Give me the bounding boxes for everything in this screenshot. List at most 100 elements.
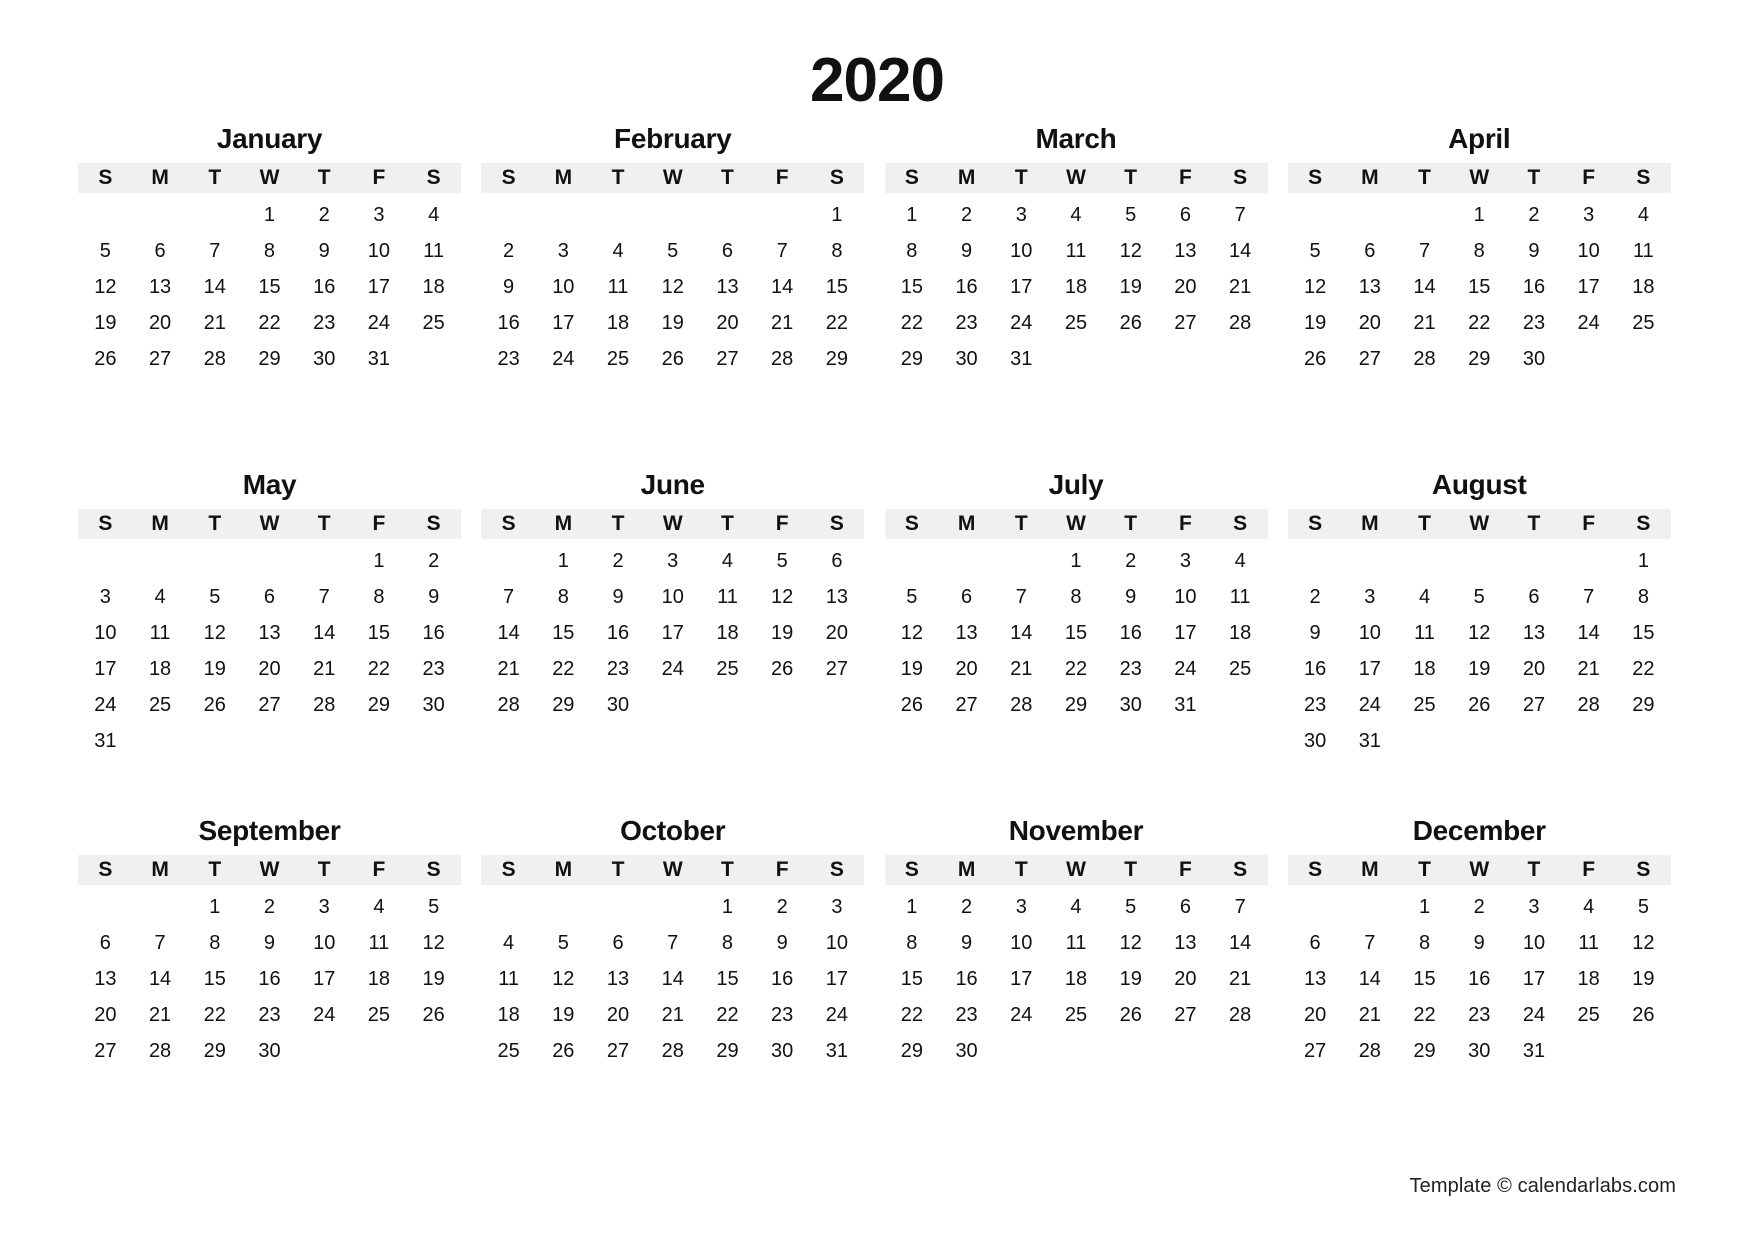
day-cell[interactable]: 7 — [755, 233, 810, 269]
day-cell[interactable]: 1 — [700, 889, 755, 925]
day-cell[interactable]: 14 — [297, 615, 352, 651]
day-cell[interactable]: 31 — [1507, 1033, 1562, 1069]
day-cell[interactable]: 22 — [885, 305, 940, 341]
day-cell[interactable]: 30 — [755, 1033, 810, 1069]
day-cell[interactable]: 31 — [1342, 723, 1397, 759]
day-cell[interactable]: 7 — [297, 579, 352, 615]
day-cell[interactable]: 1 — [885, 197, 940, 233]
day-cell[interactable]: 30 — [406, 687, 461, 723]
day-cell[interactable]: 7 — [1213, 889, 1268, 925]
day-cell[interactable]: 11 — [1049, 925, 1104, 961]
day-cell[interactable]: 3 — [1561, 197, 1616, 233]
day-cell[interactable]: 14 — [1213, 233, 1268, 269]
day-cell[interactable]: 28 — [755, 341, 810, 377]
day-cell[interactable]: 14 — [755, 269, 810, 305]
day-cell[interactable]: 4 — [591, 233, 646, 269]
day-cell[interactable]: 16 — [1452, 961, 1507, 997]
day-cell[interactable]: 26 — [1103, 305, 1158, 341]
day-cell[interactable]: 9 — [591, 579, 646, 615]
day-cell[interactable]: 24 — [1507, 997, 1562, 1033]
day-cell[interactable]: 20 — [810, 615, 865, 651]
day-cell[interactable]: 22 — [1397, 997, 1452, 1033]
day-cell[interactable]: 25 — [1561, 997, 1616, 1033]
day-cell[interactable]: 27 — [1507, 687, 1562, 723]
day-cell[interactable]: 11 — [481, 961, 536, 997]
day-cell[interactable]: 18 — [700, 615, 755, 651]
day-cell[interactable]: 9 — [297, 233, 352, 269]
day-cell[interactable]: 6 — [133, 233, 188, 269]
day-cell[interactable]: 30 — [939, 1033, 994, 1069]
day-cell[interactable]: 17 — [810, 961, 865, 997]
day-cell[interactable]: 14 — [187, 269, 242, 305]
day-cell[interactable]: 22 — [1049, 651, 1104, 687]
day-cell[interactable]: 7 — [187, 233, 242, 269]
day-cell[interactable]: 31 — [78, 723, 133, 759]
day-cell[interactable]: 3 — [1342, 579, 1397, 615]
day-cell[interactable]: 18 — [1049, 961, 1104, 997]
day-cell[interactable]: 2 — [242, 889, 297, 925]
day-cell[interactable]: 2 — [939, 889, 994, 925]
day-cell[interactable]: 8 — [885, 925, 940, 961]
day-cell[interactable]: 5 — [1288, 233, 1343, 269]
day-cell[interactable]: 2 — [297, 197, 352, 233]
day-cell[interactable]: 20 — [1288, 997, 1343, 1033]
day-cell[interactable]: 30 — [297, 341, 352, 377]
day-cell[interactable]: 15 — [536, 615, 591, 651]
day-cell[interactable]: 6 — [1342, 233, 1397, 269]
day-cell[interactable]: 11 — [352, 925, 407, 961]
day-cell[interactable]: 29 — [1049, 687, 1104, 723]
day-cell[interactable]: 7 — [1213, 197, 1268, 233]
day-cell[interactable]: 9 — [406, 579, 461, 615]
day-cell[interactable]: 3 — [994, 197, 1049, 233]
day-cell[interactable]: 28 — [1213, 997, 1268, 1033]
day-cell[interactable]: 6 — [591, 925, 646, 961]
day-cell[interactable]: 29 — [810, 341, 865, 377]
day-cell[interactable]: 27 — [1158, 305, 1213, 341]
day-cell[interactable]: 21 — [1213, 269, 1268, 305]
day-cell[interactable]: 2 — [755, 889, 810, 925]
day-cell[interactable]: 4 — [1213, 543, 1268, 579]
day-cell[interactable]: 10 — [78, 615, 133, 651]
day-cell[interactable]: 28 — [1397, 341, 1452, 377]
day-cell[interactable]: 13 — [1158, 925, 1213, 961]
day-cell[interactable]: 24 — [994, 305, 1049, 341]
day-cell[interactable]: 12 — [885, 615, 940, 651]
day-cell[interactable]: 3 — [78, 579, 133, 615]
day-cell[interactable]: 28 — [1342, 1033, 1397, 1069]
day-cell[interactable]: 2 — [591, 543, 646, 579]
day-cell[interactable]: 19 — [1288, 305, 1343, 341]
day-cell[interactable]: 20 — [1507, 651, 1562, 687]
day-cell[interactable]: 11 — [406, 233, 461, 269]
day-cell[interactable]: 2 — [481, 233, 536, 269]
day-cell[interactable]: 16 — [1288, 651, 1343, 687]
day-cell[interactable]: 3 — [352, 197, 407, 233]
day-cell[interactable]: 1 — [1049, 543, 1104, 579]
day-cell[interactable]: 26 — [1616, 997, 1671, 1033]
day-cell[interactable]: 7 — [1342, 925, 1397, 961]
day-cell[interactable]: 31 — [810, 1033, 865, 1069]
day-cell[interactable]: 9 — [939, 925, 994, 961]
day-cell[interactable]: 30 — [939, 341, 994, 377]
day-cell[interactable]: 21 — [994, 651, 1049, 687]
day-cell[interactable]: 18 — [352, 961, 407, 997]
day-cell[interactable]: 16 — [591, 615, 646, 651]
day-cell[interactable]: 30 — [591, 687, 646, 723]
day-cell[interactable]: 4 — [352, 889, 407, 925]
day-cell[interactable]: 31 — [994, 341, 1049, 377]
day-cell[interactable]: 12 — [755, 579, 810, 615]
day-cell[interactable]: 24 — [994, 997, 1049, 1033]
day-cell[interactable]: 21 — [645, 997, 700, 1033]
day-cell[interactable]: 14 — [1397, 269, 1452, 305]
day-cell[interactable]: 19 — [78, 305, 133, 341]
day-cell[interactable]: 18 — [133, 651, 188, 687]
day-cell[interactable]: 12 — [78, 269, 133, 305]
day-cell[interactable]: 19 — [1103, 961, 1158, 997]
day-cell[interactable]: 24 — [1342, 687, 1397, 723]
day-cell[interactable]: 19 — [1452, 651, 1507, 687]
day-cell[interactable]: 1 — [536, 543, 591, 579]
day-cell[interactable]: 6 — [810, 543, 865, 579]
day-cell[interactable]: 7 — [645, 925, 700, 961]
day-cell[interactable]: 22 — [885, 997, 940, 1033]
day-cell[interactable]: 17 — [994, 961, 1049, 997]
day-cell[interactable]: 23 — [755, 997, 810, 1033]
